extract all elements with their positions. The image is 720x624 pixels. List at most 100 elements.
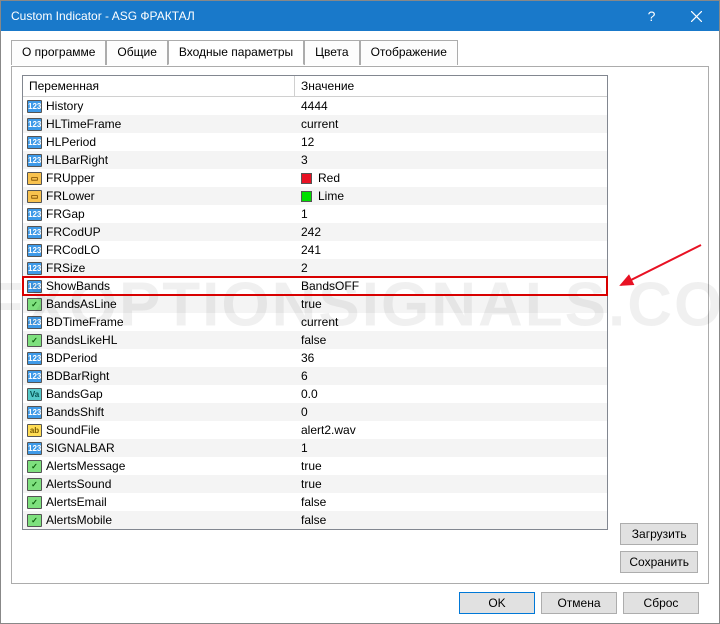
int-type-icon: 123 <box>27 406 42 419</box>
table-row[interactable]: ▭FRLowerLime <box>23 187 607 205</box>
column-header-value[interactable]: Значение <box>295 76 607 96</box>
param-value: false <box>301 513 326 527</box>
column-header-variable[interactable]: Переменная <box>23 76 295 96</box>
table-row[interactable]: 123HLBarRight3 <box>23 151 607 169</box>
param-name: SIGNALBAR <box>46 441 115 455</box>
param-name: FRCodUP <box>46 225 101 239</box>
table-row[interactable]: ▭FRUpperRed <box>23 169 607 187</box>
table-row[interactable]: abSoundFilealert2.wav <box>23 421 607 439</box>
param-name: BDPeriod <box>46 351 97 365</box>
param-value: 4444 <box>301 99 328 113</box>
table-row[interactable]: 123 BDPeriod 36 <box>23 349 607 367</box>
param-value-cell[interactable]: alert2.wav <box>295 423 607 437</box>
int-type-icon: 123 <box>27 118 42 131</box>
grid-header: Переменная Значение <box>23 76 607 97</box>
param-name-cell: ✓AlertsMobile <box>23 513 295 527</box>
tab-3[interactable]: Цвета <box>304 40 359 65</box>
table-row[interactable]: VaBandsGap0.0 <box>23 385 607 403</box>
table-row[interactable]: ✓AlertsMobile false <box>23 511 607 529</box>
tab-2[interactable]: Входные параметры <box>168 40 304 65</box>
table-row[interactable]: 123FRGap1 <box>23 205 607 223</box>
table-row[interactable]: 123 FRCodUP 242 <box>23 223 607 241</box>
param-name: AlertsSound <box>46 477 111 491</box>
param-value-cell[interactable]: 241 <box>295 243 607 257</box>
param-value-cell[interactable]: 3 <box>295 153 607 167</box>
save-button[interactable]: Сохранить <box>620 551 698 573</box>
param-name: BDTimeFrame <box>46 315 124 329</box>
table-row[interactable]: ✓AlertsMessagetrue <box>23 457 607 475</box>
param-value-cell[interactable]: false <box>295 333 607 347</box>
table-row[interactable]: ✓BandsAsLinetrue <box>23 295 607 313</box>
param-value-cell[interactable]: 6 <box>295 369 607 383</box>
help-button[interactable]: ? <box>629 1 674 31</box>
param-value: alert2.wav <box>301 423 356 437</box>
param-value-cell[interactable]: 0 <box>295 405 607 419</box>
table-row[interactable]: 123History4444 <box>23 97 607 115</box>
param-value: Red <box>318 171 340 185</box>
window-title: Custom Indicator - ASG ФРАКТАЛ <box>11 9 629 23</box>
param-value: current <box>301 117 338 131</box>
load-button[interactable]: Загрузить <box>620 523 698 545</box>
param-value-cell[interactable]: current <box>295 117 607 131</box>
param-value-cell[interactable]: 4444 <box>295 99 607 113</box>
tab-0[interactable]: О программе <box>11 40 106 65</box>
param-value-cell[interactable]: true <box>295 477 607 491</box>
bool-type-icon: ✓ <box>27 514 42 527</box>
table-row[interactable]: 123FRCodLO241 <box>23 241 607 259</box>
param-value-cell[interactable]: false <box>295 495 607 509</box>
int-type-icon: 123 <box>27 352 42 365</box>
table-row[interactable]: 123HLPeriod12 <box>23 133 607 151</box>
close-button[interactable] <box>674 1 719 31</box>
param-name: BandsLikeHL <box>46 333 117 347</box>
param-name-cell: 123BDBarRight <box>23 369 295 383</box>
table-row[interactable]: 123FRSize2 <box>23 259 607 277</box>
param-value: true <box>301 297 322 311</box>
table-row[interactable]: ✓ BandsLikeHL false <box>23 331 607 349</box>
param-value-cell[interactable]: 2 <box>295 261 607 275</box>
param-name-cell: 123HLTimeFrame <box>23 117 295 131</box>
param-value-cell[interactable]: current <box>295 315 607 329</box>
side-buttons: Загрузить Сохранить <box>620 523 698 573</box>
param-value-cell[interactable]: 1 <box>295 207 607 221</box>
param-name-cell: ✓AlertsMessage <box>23 459 295 473</box>
param-value-cell[interactable]: 1 <box>295 441 607 455</box>
ok-button[interactable]: OK <box>459 592 535 614</box>
param-value-cell[interactable]: false <box>295 513 607 527</box>
dialog-footer: OK Отмена Сброс <box>11 584 709 614</box>
table-row[interactable]: 123SIGNALBAR1 <box>23 439 607 457</box>
param-name-cell: 123 FRCodUP <box>23 225 295 239</box>
tab-4[interactable]: Отображение <box>360 40 458 65</box>
table-row[interactable]: 123ShowBandsBandsOFF <box>23 277 607 295</box>
param-value-cell[interactable]: 12 <box>295 135 607 149</box>
table-row[interactable]: 123BDTimeFrame current <box>23 313 607 331</box>
param-value: 6 <box>301 369 308 383</box>
param-name: BandsShift <box>46 405 104 419</box>
param-value-cell[interactable]: Red <box>295 171 607 185</box>
bool-type-icon: ✓ <box>27 460 42 473</box>
table-row[interactable]: 123HLTimeFrame current <box>23 115 607 133</box>
table-row[interactable]: ✓AlertsSoundtrue <box>23 475 607 493</box>
param-value-cell[interactable]: 36 <box>295 351 607 365</box>
param-value-cell[interactable]: 242 <box>295 225 607 239</box>
param-value: Lime <box>318 189 344 203</box>
table-row[interactable]: 123 BandsShift 0 <box>23 403 607 421</box>
tab-1[interactable]: Общие <box>106 40 167 65</box>
param-value-cell[interactable]: true <box>295 459 607 473</box>
bool-type-icon: ✓ <box>27 334 42 347</box>
table-row[interactable]: 123BDBarRight 6 <box>23 367 607 385</box>
param-name: SoundFile <box>46 423 100 437</box>
table-row[interactable]: ✓AlertsEmailfalse <box>23 493 607 511</box>
reset-button[interactable]: Сброс <box>623 592 699 614</box>
parameter-grid: Переменная Значение 123History4444123HLT… <box>22 75 608 530</box>
cancel-button[interactable]: Отмена <box>541 592 617 614</box>
int-type-icon: 123 <box>27 226 42 239</box>
bool-type-icon: ✓ <box>27 496 42 509</box>
param-value-cell[interactable]: 0.0 <box>295 387 607 401</box>
param-value-cell[interactable]: Lime <box>295 189 607 203</box>
int-type-icon: 123 <box>27 208 42 221</box>
param-value: current <box>301 315 338 329</box>
param-name-cell: 123BDTimeFrame <box>23 315 295 329</box>
param-value-cell[interactable]: true <box>295 297 607 311</box>
param-value-cell[interactable]: BandsOFF <box>295 279 607 293</box>
param-name: FRLower <box>46 189 95 203</box>
